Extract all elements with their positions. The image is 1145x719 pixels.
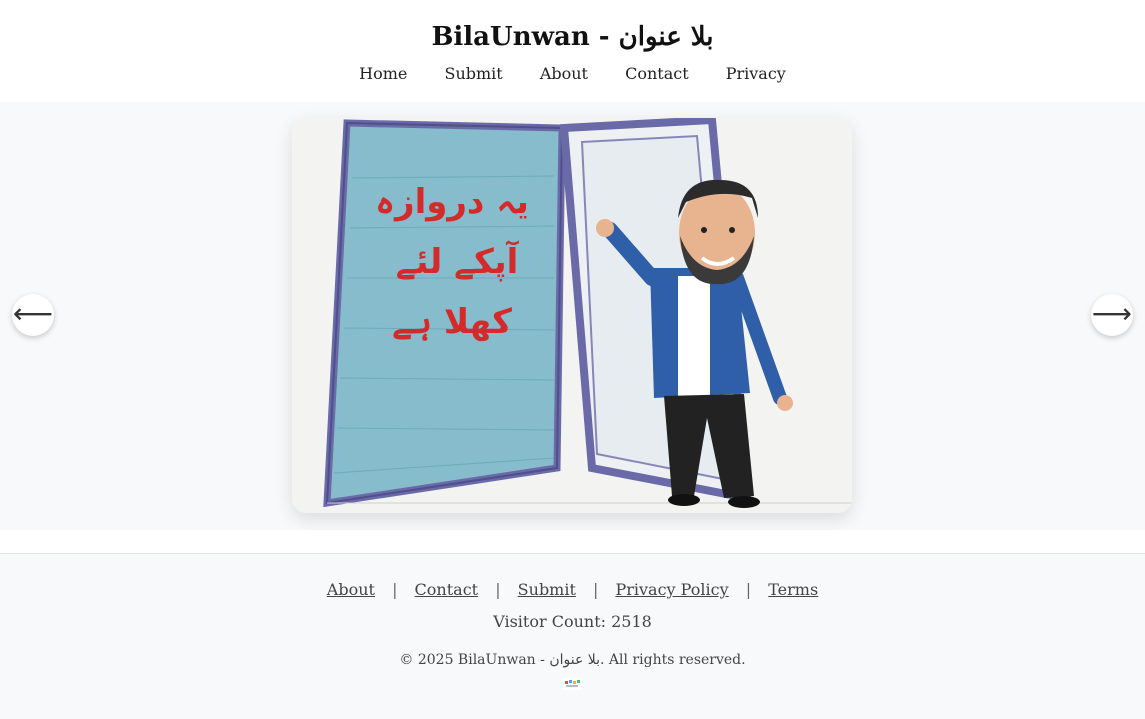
nav-contact[interactable]: Contact (625, 64, 689, 83)
content-spacer (0, 530, 1145, 554)
footer-link-terms[interactable]: Terms (768, 580, 818, 599)
footer-link-about[interactable]: About (327, 580, 375, 599)
prev-arrow-button[interactable]: ⟵ (12, 294, 54, 336)
nav-about[interactable]: About (540, 64, 588, 83)
footer-link-contact[interactable]: Contact (415, 580, 479, 599)
footer-separator: | (745, 580, 752, 599)
footer-link-privacy-policy[interactable]: Privacy Policy (615, 580, 728, 599)
site-footer: About | Contact | Submit | Privacy Polic… (0, 554, 1145, 719)
nav-privacy[interactable]: Privacy (726, 64, 786, 83)
slide-text-line-3: کھلا ہے (392, 302, 512, 342)
main-nav: Home Submit About Contact Privacy (0, 64, 1145, 83)
site-title: BilaUnwan - بلا عنوان (431, 22, 714, 52)
copyright-text: © 2025 BilaUnwan - بلا عنوان. All rights… (399, 652, 746, 668)
nav-submit[interactable]: Submit (444, 64, 502, 83)
footer-separator: | (593, 580, 599, 599)
footer-link-submit[interactable]: Submit (518, 580, 576, 599)
visitor-count: Visitor Count: 2518 (493, 612, 652, 631)
site-header: BilaUnwan - بلا عنوان Home Submit About … (0, 0, 1145, 102)
footer-links: About | Contact | Submit | Privacy Polic… (0, 580, 1145, 599)
slide-text-line-2: آپکے لئے (396, 240, 520, 282)
slide-text-line-1: یہ دروازہ (375, 182, 529, 222)
carousel-slide-image: یہ دروازہ آپکے لئے کھلا ہے (292, 118, 852, 513)
footer-separator: | (495, 580, 501, 599)
next-arrow-button[interactable]: ⟶ (1091, 294, 1133, 336)
counter-badge-icon (563, 678, 581, 690)
image-carousel: ⟵ یہ دروازہ آپکے لئے کھلا ہے ⟶ (0, 102, 1145, 530)
nav-home[interactable]: Home (359, 64, 407, 83)
door-illustration: یہ دروازہ آپکے لئے کھلا ہے (292, 118, 852, 513)
footer-separator: | (392, 580, 398, 599)
